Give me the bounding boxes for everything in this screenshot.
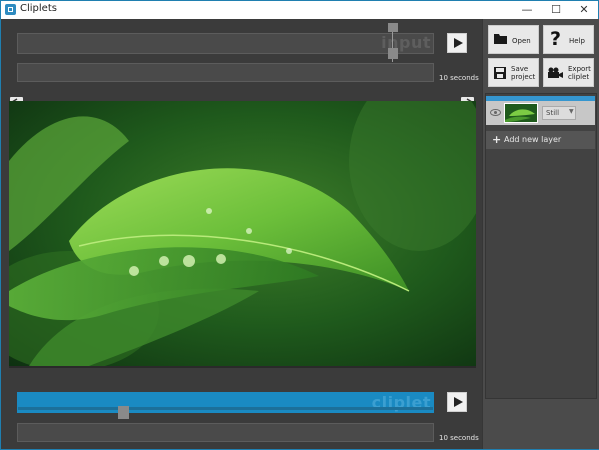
output-duration-label: 10 seconds <box>439 434 479 442</box>
output-play-button[interactable] <box>447 392 467 412</box>
output-range-track[interactable] <box>17 423 434 442</box>
output-track[interactable]: cliplet <box>17 392 434 413</box>
preview-canvas <box>1 91 482 379</box>
save-label-line1: Save <box>511 65 529 73</box>
input-play-button[interactable] <box>447 33 467 53</box>
export-label-line2: cliplet <box>568 73 590 81</box>
output-playhead-handle[interactable] <box>118 406 129 419</box>
folder-icon <box>494 34 507 44</box>
camera-icon <box>548 67 563 78</box>
minimize-button[interactable]: — <box>513 1 541 19</box>
chevron-down-icon: ▼ <box>569 108 574 115</box>
layer-item[interactable]: Still ▼ <box>486 101 595 125</box>
save-disk-icon <box>494 67 506 79</box>
export-cliplet-button[interactable]: Export cliplet <box>543 58 594 87</box>
add-new-layer-label: Add new layer <box>504 135 562 144</box>
input-track[interactable]: input <box>17 33 434 54</box>
open-button[interactable]: Open <box>488 25 539 54</box>
save-label-line2: project <box>511 73 536 81</box>
plus-icon: + <box>492 133 502 146</box>
eye-icon[interactable] <box>490 109 501 116</box>
input-duration-label: 10 seconds <box>439 74 479 82</box>
add-new-layer-button[interactable]: + Add new layer <box>486 131 595 149</box>
cliplets-window: Cliplets — ☐ ✕ input 10 seconds cliplet … <box>0 0 599 450</box>
right-panel: Open ? Help Save project Export cliplet <box>482 19 599 449</box>
help-button[interactable]: ? Help <box>543 25 594 54</box>
input-range-track[interactable] <box>17 63 434 82</box>
open-label: Open <box>512 37 531 45</box>
title-bar: Cliplets — ☐ ✕ <box>1 1 598 19</box>
input-playhead-handle[interactable] <box>388 48 398 59</box>
close-button[interactable]: ✕ <box>570 1 598 19</box>
question-mark-icon: ? <box>550 28 562 50</box>
app-icon <box>5 4 16 15</box>
input-timeline-panel: input 10 seconds <box>1 19 482 91</box>
output-track-label: cliplet <box>371 393 431 412</box>
layer-thumbnail <box>504 103 538 123</box>
output-timeline-panel: cliplet 10 seconds <box>1 379 482 449</box>
export-label-line1: Export <box>568 65 591 73</box>
window-title: Cliplets <box>20 3 57 14</box>
maximize-button[interactable]: ☐ <box>542 1 570 19</box>
save-project-button[interactable]: Save project <box>488 58 539 87</box>
help-label: Help <box>569 37 585 45</box>
input-playhead-top-handle[interactable] <box>388 23 398 32</box>
leaf-photo[interactable] <box>9 101 476 368</box>
